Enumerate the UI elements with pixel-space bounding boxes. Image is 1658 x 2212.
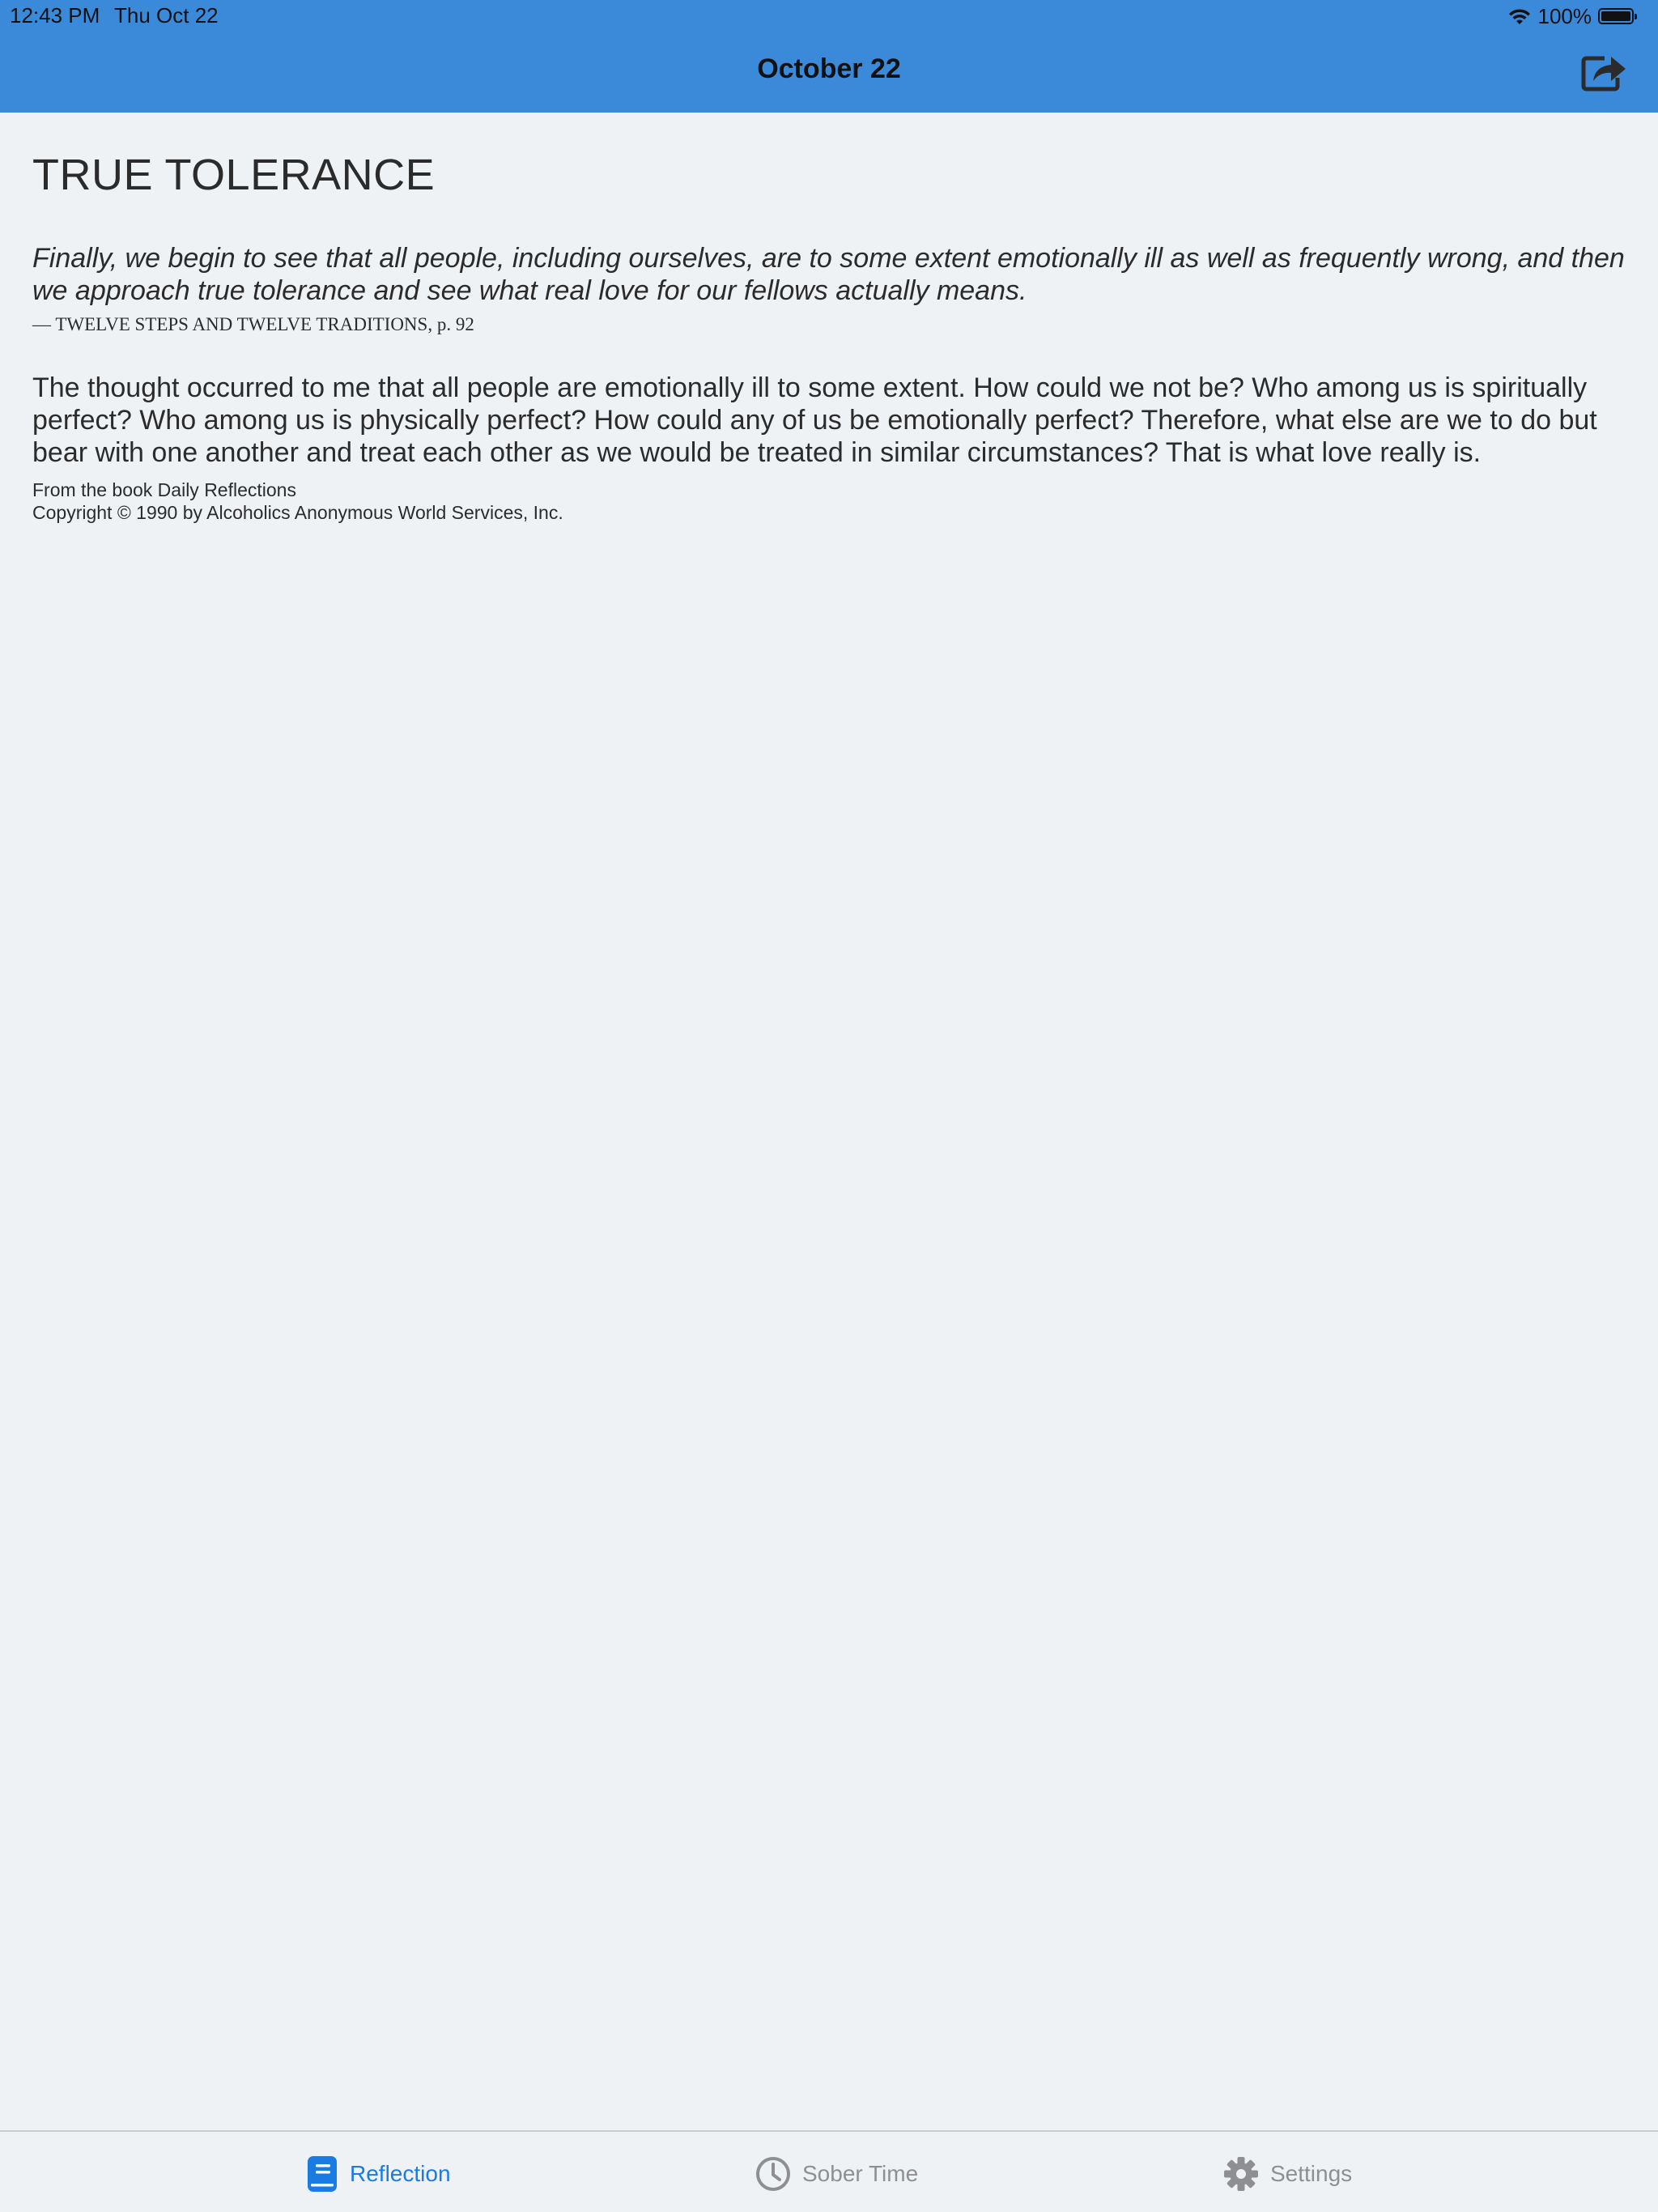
reflection-body: The thought occurred to me that all peop… [32, 372, 1597, 469]
share-icon[interactable] [1580, 50, 1627, 92]
tab-settings[interactable]: Settings [1223, 2155, 1352, 2193]
battery-icon [1598, 8, 1637, 24]
attribution-copyright: Copyright © 1990 by Alcoholics Anonymous… [32, 502, 563, 524]
clock-icon [755, 2156, 791, 2192]
tab-settings-label: Settings [1270, 2161, 1353, 2186]
battery-level-fill [1601, 11, 1630, 21]
tab-bar: Reflection Sober Time Settings [0, 2130, 1658, 2212]
nav-title: October 22 [757, 53, 901, 84]
attribution-source: From the book Daily Reflections [32, 479, 296, 501]
status-time: 12:43 PM [10, 3, 100, 28]
battery-percentage: 100% [1537, 3, 1592, 28]
reflection-quote: Finally, we begin to see that all people… [32, 243, 1625, 307]
wifi-icon [1507, 6, 1532, 26]
book-icon [306, 2155, 338, 2193]
tab-sober-time-label: Sober Time [802, 2161, 919, 2186]
top-header: 12:43 PM Thu Oct 22 100% October 22 [0, 0, 1658, 113]
status-indicators: 100% [1507, 3, 1637, 29]
reflection-content: TRUE TOLERANCE Finally, we begin to see … [32, 113, 1631, 524]
attribution: From the book Daily Reflections Copyrigh… [32, 479, 1631, 524]
tab-reflection[interactable]: Reflection [306, 2155, 451, 2193]
tab-reflection-label: Reflection [350, 2161, 451, 2186]
tab-sober-time[interactable]: Sober Time [755, 2155, 918, 2193]
status-date: Thu Oct 22 [114, 3, 219, 28]
quote-source: — TWELVE STEPS AND TWELVE TRADITIONS, p.… [32, 314, 474, 335]
gear-icon [1223, 2156, 1259, 2192]
reflection-title: TRUE TOLERANCE [32, 151, 436, 199]
